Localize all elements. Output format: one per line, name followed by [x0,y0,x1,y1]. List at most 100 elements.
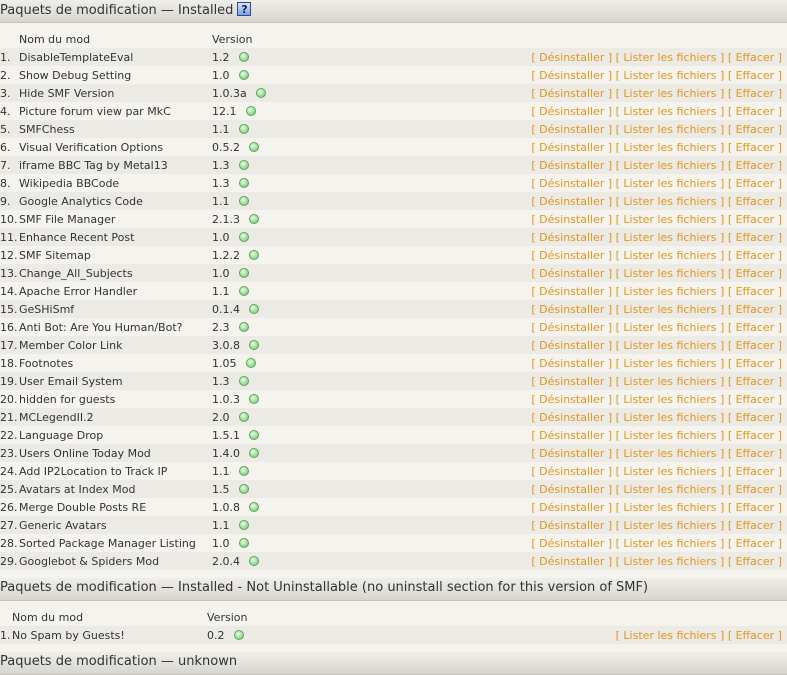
list-link[interactable]: [ Lister les fichiers ] [616,231,725,244]
delete-link[interactable]: [ Effacer ] [728,429,782,442]
delete-link[interactable]: [ Effacer ] [728,411,782,424]
delete-link[interactable]: [ Effacer ] [728,123,782,136]
delete-link[interactable]: [ Effacer ] [728,501,782,514]
uninstall-link[interactable]: [ Désinstaller ] [531,555,612,568]
uninstall-link[interactable]: [ Désinstaller ] [531,177,612,190]
uninstall-link[interactable]: [ Désinstaller ] [531,267,612,280]
mod-name: Member Color Link [19,336,212,354]
uninstall-link[interactable]: [ Désinstaller ] [531,51,612,64]
delete-link[interactable]: [ Effacer ] [728,105,782,118]
uninstall-link[interactable]: [ Désinstaller ] [531,285,612,298]
delete-link[interactable]: [ Effacer ] [728,249,782,262]
table-row: 7. iframe BBC Tag by Metal13 1.3 [ Désinsta… [0,156,787,174]
uninstall-link[interactable]: [ Désinstaller ] [531,375,612,388]
list-link[interactable]: [ Lister les fichiers ] [616,555,725,568]
list-link[interactable]: [ Lister les fichiers ] [616,411,725,424]
delete-link[interactable]: [ Effacer ] [728,303,782,316]
mod-version: 0.2 [207,628,225,642]
delete-link[interactable]: [ Effacer ] [728,159,782,172]
uninstall-link[interactable]: [ Désinstaller ] [531,339,612,352]
list-link[interactable]: [ Lister les fichiers ] [616,141,725,154]
uninstall-link[interactable]: [ Désinstaller ] [531,483,612,496]
uninstall-link[interactable]: [ Désinstaller ] [531,141,612,154]
list-link[interactable]: [ Lister les fichiers ] [616,213,725,226]
list-link[interactable]: [ Lister les fichiers ] [616,629,725,642]
list-link[interactable]: [ Lister les fichiers ] [616,357,725,370]
mod-version: 1.0 [212,536,230,550]
row-number: 21. [0,408,19,426]
mod-name: SMF Sitemap [19,246,212,264]
actions-cell: [ Désinstaller ] [ Lister les fichiers ]… [302,480,787,498]
list-link[interactable]: [ Lister les fichiers ] [616,123,725,136]
uninstall-link[interactable]: [ Désinstaller ] [531,195,612,208]
list-link[interactable]: [ Lister les fichiers ] [616,285,725,298]
delete-link[interactable]: [ Effacer ] [728,51,782,64]
delete-link[interactable]: [ Effacer ] [728,537,782,550]
uninstall-link[interactable]: [ Désinstaller ] [531,501,612,514]
list-link[interactable]: [ Lister les fichiers ] [616,51,725,64]
list-link[interactable]: [ Lister les fichiers ] [616,483,725,496]
uninstall-link[interactable]: [ Désinstaller ] [531,321,612,334]
list-link[interactable]: [ Lister les fichiers ] [616,303,725,316]
delete-link[interactable]: [ Effacer ] [728,177,782,190]
uninstall-link[interactable]: [ Désinstaller ] [531,393,612,406]
list-link[interactable]: [ Lister les fichiers ] [616,177,725,190]
delete-link[interactable]: [ Effacer ] [728,195,782,208]
uninstall-link[interactable]: [ Désinstaller ] [531,537,612,550]
list-link[interactable]: [ Lister les fichiers ] [616,321,725,334]
list-link[interactable]: [ Lister les fichiers ] [616,195,725,208]
delete-link[interactable]: [ Effacer ] [728,519,782,532]
list-link[interactable]: [ Lister les fichiers ] [616,69,725,82]
list-link[interactable]: [ Lister les fichiers ] [616,537,725,550]
delete-link[interactable]: [ Effacer ] [728,141,782,154]
uninstall-link[interactable]: [ Désinstaller ] [531,213,612,226]
delete-link[interactable]: [ Effacer ] [728,231,782,244]
list-link[interactable]: [ Lister les fichiers ] [616,465,725,478]
uninstall-link[interactable]: [ Désinstaller ] [531,105,612,118]
uninstall-link[interactable]: [ Désinstaller ] [531,411,612,424]
uninstall-link[interactable]: [ Désinstaller ] [531,303,612,316]
delete-link[interactable]: [ Effacer ] [728,465,782,478]
list-link[interactable]: [ Lister les fichiers ] [616,105,725,118]
list-link[interactable]: [ Lister les fichiers ] [616,339,725,352]
delete-link[interactable]: [ Effacer ] [728,629,782,642]
row-number: 18. [0,354,19,372]
delete-link[interactable]: [ Effacer ] [728,69,782,82]
delete-link[interactable]: [ Effacer ] [728,357,782,370]
delete-link[interactable]: [ Effacer ] [728,375,782,388]
list-link[interactable]: [ Lister les fichiers ] [616,447,725,460]
mod-version-cell: 1.5 [212,480,302,498]
table-row: 18. Footnotes 1.05 [ Désinstaller ] [ Liste… [0,354,787,372]
list-link[interactable]: [ Lister les fichiers ] [616,519,725,532]
uninstall-link[interactable]: [ Désinstaller ] [531,429,612,442]
uninstall-link[interactable]: [ Désinstaller ] [531,519,612,532]
list-link[interactable]: [ Lister les fichiers ] [616,501,725,514]
uninstall-link[interactable]: [ Désinstaller ] [531,231,612,244]
list-link[interactable]: [ Lister les fichiers ] [616,159,725,172]
delete-link[interactable]: [ Effacer ] [728,393,782,406]
help-icon[interactable]: ? [237,2,252,16]
list-link[interactable]: [ Lister les fichiers ] [616,393,725,406]
list-link[interactable]: [ Lister les fichiers ] [616,87,725,100]
uninstall-link[interactable]: [ Désinstaller ] [531,159,612,172]
uninstall-link[interactable]: [ Désinstaller ] [531,87,612,100]
uninstall-link[interactable]: [ Désinstaller ] [531,123,612,136]
delete-link[interactable]: [ Effacer ] [728,321,782,334]
delete-link[interactable]: [ Effacer ] [728,339,782,352]
uninstall-link[interactable]: [ Désinstaller ] [531,447,612,460]
delete-link[interactable]: [ Effacer ] [728,285,782,298]
uninstall-link[interactable]: [ Désinstaller ] [531,249,612,262]
delete-link[interactable]: [ Effacer ] [728,213,782,226]
list-link[interactable]: [ Lister les fichiers ] [616,429,725,442]
delete-link[interactable]: [ Effacer ] [728,483,782,496]
list-link[interactable]: [ Lister les fichiers ] [616,249,725,262]
delete-link[interactable]: [ Effacer ] [728,87,782,100]
uninstall-link[interactable]: [ Désinstaller ] [531,357,612,370]
list-link[interactable]: [ Lister les fichiers ] [616,267,725,280]
list-link[interactable]: [ Lister les fichiers ] [616,375,725,388]
delete-link[interactable]: [ Effacer ] [728,447,782,460]
uninstall-link[interactable]: [ Désinstaller ] [531,465,612,478]
delete-link[interactable]: [ Effacer ] [728,267,782,280]
uninstall-link[interactable]: [ Désinstaller ] [531,69,612,82]
delete-link[interactable]: [ Effacer ] [728,555,782,568]
